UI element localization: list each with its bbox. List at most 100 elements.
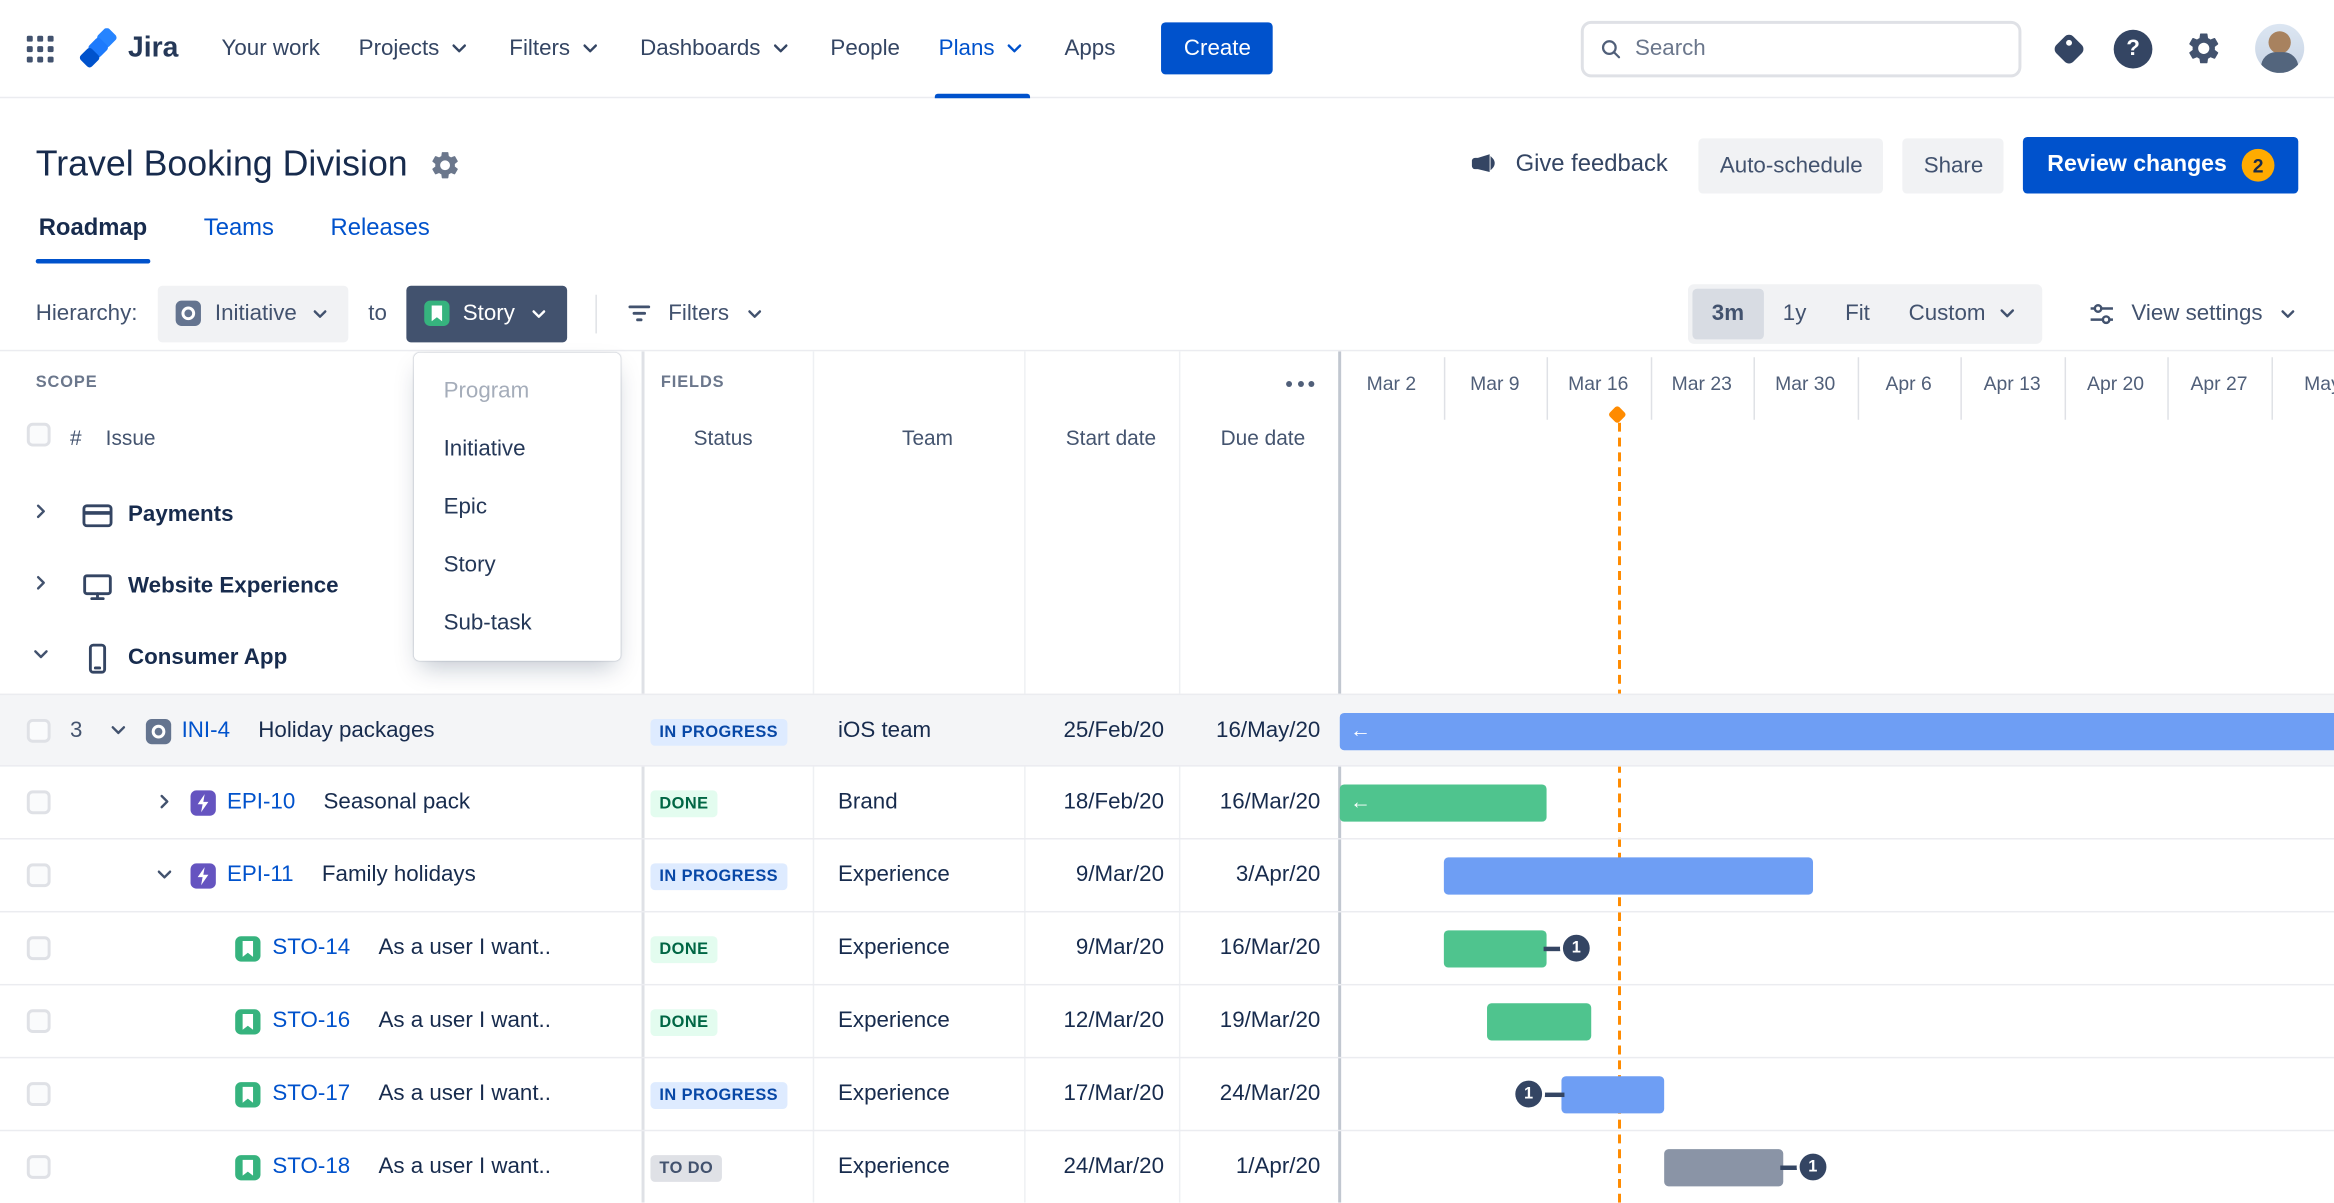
search-box[interactable] bbox=[1580, 20, 2022, 77]
group-row-payments[interactable]: Payments bbox=[0, 481, 2334, 552]
issue-key[interactable]: STO-16 bbox=[272, 1008, 350, 1033]
group-row-website-experience[interactable]: Website Experience bbox=[0, 552, 2334, 623]
start-date-cell: 9/Mar/20 bbox=[1075, 861, 1165, 888]
tab-roadmap[interactable]: Roadmap bbox=[35, 208, 151, 264]
tab-releases[interactable]: Releases bbox=[328, 208, 433, 259]
row-checkbox[interactable] bbox=[26, 1009, 51, 1034]
dropdown-item-initiative[interactable]: Initiative bbox=[414, 420, 621, 478]
issue-row-sto-16[interactable]: STO-16 As a user I want.. DONE Experience 12… bbox=[0, 985, 2334, 1059]
gantt-bar[interactable] bbox=[1443, 857, 1813, 895]
issue-row-epi-10[interactable]: EPI-10 Seasonal pack DONE Brand 18/Feb/20 16/… bbox=[0, 767, 2334, 840]
chevron-right-icon[interactable] bbox=[30, 572, 52, 594]
date-label: Mar 2 bbox=[1366, 372, 1417, 395]
issue-key[interactable]: STO-18 bbox=[272, 1154, 350, 1179]
due-date-cell: 16/Mar/20 bbox=[1219, 934, 1321, 961]
chevron-right-icon[interactable] bbox=[30, 500, 52, 522]
fields-more-button[interactable] bbox=[1277, 372, 1323, 396]
chevron-right-icon[interactable] bbox=[153, 790, 175, 812]
dependency-badge[interactable]: 1 bbox=[1559, 931, 1593, 965]
issue-key[interactable]: EPI-10 bbox=[227, 789, 295, 814]
create-button[interactable]: Create bbox=[1161, 22, 1274, 75]
gantt-bar[interactable] bbox=[1561, 1076, 1665, 1114]
chevron-down-icon bbox=[157, 870, 172, 879]
issue-row-sto-14[interactable]: STO-14 As a user I want.. DONE Experience 9/… bbox=[0, 912, 2334, 986]
dropdown-item-story[interactable]: Story bbox=[414, 536, 621, 594]
gantt-bar[interactable] bbox=[1443, 930, 1547, 968]
story-icon bbox=[235, 1082, 261, 1108]
filter-icon bbox=[628, 305, 651, 322]
dropdown-item-sub-task[interactable]: Sub-task bbox=[414, 594, 621, 652]
share-button[interactable]: Share bbox=[1902, 137, 2005, 193]
hierarchy-from-value: Initiative bbox=[214, 300, 297, 326]
zoom-option-label: 3m bbox=[1711, 300, 1745, 326]
dependency-badge[interactable]: 1 bbox=[1512, 1077, 1545, 1111]
status-lozenge: DONE bbox=[650, 790, 718, 818]
dependency-badge[interactable]: 1 bbox=[1796, 1150, 1830, 1184]
hierarchy-from-select[interactable]: Initiative bbox=[158, 285, 349, 342]
dropdown-item-epic[interactable]: Epic bbox=[414, 478, 621, 536]
auto-schedule-button[interactable]: Auto-schedule bbox=[1699, 137, 1884, 193]
tab-teams[interactable]: Teams bbox=[201, 208, 277, 259]
zoom-option-1y[interactable]: 1y bbox=[1763, 288, 1825, 339]
view-settings-button[interactable]: View settings bbox=[2087, 298, 2299, 328]
story-icon bbox=[424, 300, 450, 326]
row-checkbox[interactable] bbox=[26, 1082, 51, 1106]
chevron-down-icon[interactable] bbox=[30, 643, 52, 665]
help-icon[interactable] bbox=[2113, 29, 2153, 68]
issue-key[interactable]: STO-14 bbox=[272, 935, 350, 960]
row-checkbox[interactable] bbox=[26, 718, 51, 743]
user-avatar[interactable] bbox=[2255, 23, 2305, 73]
gantt-bar[interactable] bbox=[1487, 1003, 1591, 1041]
select-all-checkbox[interactable] bbox=[26, 422, 51, 447]
app-switcher-button[interactable] bbox=[15, 23, 66, 74]
hierarchy-to-select[interactable]: Story bbox=[406, 285, 568, 342]
nav-item-plans[interactable]: Plans bbox=[919, 0, 1045, 98]
settings-gear-icon[interactable] bbox=[2185, 30, 2222, 67]
nav-item-dashboards[interactable]: Dashboards bbox=[621, 0, 811, 97]
issue-row-sto-17[interactable]: STO-17 As a user I want.. IN PROGRESS Exper… bbox=[0, 1058, 2334, 1132]
issue-row-ini-4[interactable]: 3 INI-4 Holiday packages IN PROGRESS iOS tea… bbox=[0, 693, 2334, 767]
chevron-down-icon bbox=[34, 650, 48, 659]
zoom-option-fit[interactable]: Fit bbox=[1826, 288, 1890, 339]
issue-row-sto-18[interactable]: STO-18 As a user I want.. TO DO Experience 2… bbox=[0, 1131, 2334, 1202]
issue-key[interactable]: EPI-11 bbox=[227, 862, 294, 887]
gantt-bar[interactable]: ← bbox=[1339, 784, 1547, 822]
review-changes-button[interactable]: Review changes 2 bbox=[2023, 136, 2299, 194]
today-marker[interactable] bbox=[1607, 405, 1627, 425]
gantt-bar[interactable]: ← bbox=[1339, 713, 2334, 751]
review-changes-badge: 2 bbox=[2241, 148, 2275, 182]
row-checkbox[interactable] bbox=[26, 1155, 51, 1179]
nav-item-filters[interactable]: Filters bbox=[490, 0, 621, 97]
issue-key[interactable]: STO-17 bbox=[272, 1081, 350, 1106]
tag-icon[interactable] bbox=[2052, 31, 2086, 66]
gantt-bar[interactable] bbox=[1664, 1149, 1784, 1187]
group-row-consumer-app[interactable]: Consumer App bbox=[0, 624, 2334, 695]
issue-row-epi-11[interactable]: EPI-11 Family holidays IN PROGRESS Experien… bbox=[0, 840, 2334, 913]
issue-summary: As a user I want.. bbox=[378, 1153, 551, 1179]
row-checkbox[interactable] bbox=[26, 790, 51, 815]
chevron-down-icon[interactable] bbox=[153, 863, 175, 885]
zoom-option-custom[interactable]: Custom bbox=[1889, 288, 2037, 339]
jira-logo[interactable]: Jira bbox=[77, 28, 178, 68]
group-name: Consumer App bbox=[128, 644, 288, 670]
chevron-down-icon[interactable] bbox=[107, 719, 129, 741]
row-checkbox[interactable] bbox=[26, 936, 51, 961]
nav-item-people[interactable]: People bbox=[811, 0, 919, 97]
issue-key[interactable]: INI-4 bbox=[182, 717, 230, 742]
chevron-down-icon bbox=[773, 44, 788, 53]
row-checkbox[interactable] bbox=[26, 863, 51, 888]
nav-item-your-work[interactable]: Your work bbox=[202, 0, 339, 97]
start-date-cell: 9/Mar/20 bbox=[1075, 934, 1165, 961]
zoom-option-3m[interactable]: 3m bbox=[1692, 288, 1764, 339]
plan-settings-gear-icon[interactable] bbox=[429, 149, 462, 182]
search-input[interactable] bbox=[1634, 35, 2004, 62]
dropdown-item-program[interactable]: Program bbox=[414, 362, 621, 420]
nav-item-apps[interactable]: Apps bbox=[1045, 0, 1135, 97]
filters-button[interactable]: Filters bbox=[625, 299, 765, 327]
toolbar-right: 3m 1y Fit Custom View settings bbox=[1687, 283, 2299, 344]
nav-item-projects[interactable]: Projects bbox=[339, 0, 490, 97]
give-feedback-button[interactable]: Give feedback bbox=[1469, 149, 1668, 182]
roadmap-toolbar: Hierarchy: Initiative to Story Filters 3… bbox=[0, 277, 2334, 352]
start-date-cell: 24/Mar/20 bbox=[1063, 1153, 1165, 1179]
review-changes-label: Review changes bbox=[2047, 151, 2227, 178]
